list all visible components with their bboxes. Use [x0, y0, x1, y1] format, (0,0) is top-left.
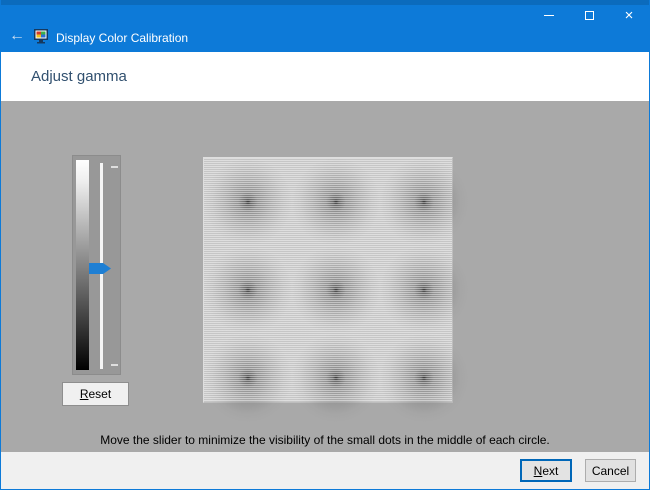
close-button[interactable]: × — [609, 0, 649, 30]
instruction-text: Move the slider to minimize the visibili… — [1, 433, 649, 447]
minimize-icon — [544, 15, 554, 16]
display-color-calibration-window: ← Display Color Calibration × — [0, 0, 650, 490]
cancel-button[interactable]: Cancel — [585, 459, 636, 482]
maximize-icon — [585, 11, 594, 20]
close-icon: × — [625, 8, 634, 23]
gamma-circle — [292, 246, 380, 334]
gamma-circle — [292, 158, 380, 246]
gamma-circle — [204, 158, 292, 246]
minimize-button[interactable] — [529, 0, 569, 30]
gamma-test-pattern — [203, 157, 453, 403]
gamma-circle — [380, 246, 468, 334]
titlebar: ← Display Color Calibration × — [1, 0, 649, 52]
back-button[interactable]: ← — [5, 26, 29, 46]
gamma-circle — [292, 334, 380, 422]
next-button-label: Next — [522, 464, 570, 478]
window-title: Display Color Calibration — [56, 31, 188, 45]
heading-band: Adjust gamma — [1, 52, 649, 101]
gamma-slider-thumb[interactable] — [89, 263, 111, 274]
gamma-slider-panel — [72, 155, 121, 375]
gamma-circle — [204, 334, 292, 422]
gamma-circle — [204, 246, 292, 334]
page-title: Adjust gamma — [1, 52, 649, 85]
slider-tick-top — [111, 166, 118, 168]
gamma-circle — [380, 158, 468, 246]
caption-buttons: × — [529, 0, 649, 30]
reset-button[interactable]: Reset — [62, 382, 129, 406]
content-area: Reset Move the slider to minimize the vi… — [1, 101, 649, 452]
app-icon — [33, 28, 49, 44]
next-button[interactable]: Next — [520, 459, 572, 482]
footer-bar: Next Cancel — [1, 452, 649, 489]
gamma-circle — [380, 334, 468, 422]
slider-tick-bottom — [111, 364, 118, 366]
reset-button-label: Reset — [63, 387, 128, 401]
maximize-button[interactable] — [569, 0, 609, 30]
gamma-gradient-ramp — [76, 160, 89, 370]
